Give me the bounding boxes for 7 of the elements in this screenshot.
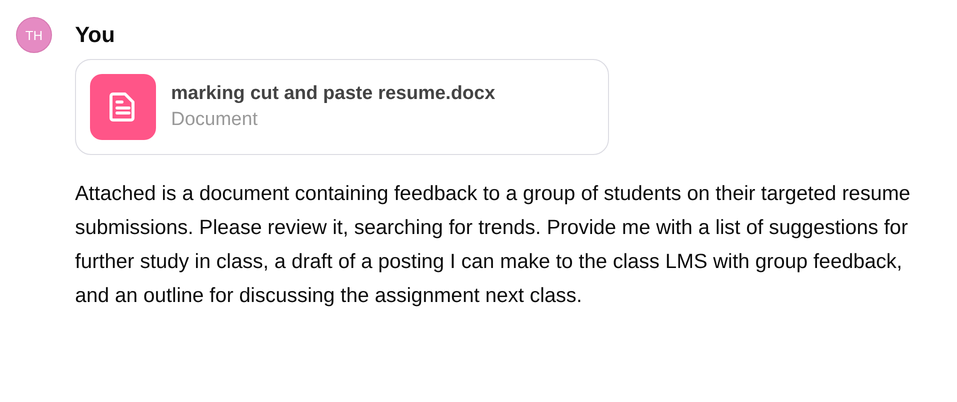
- user-avatar: TH: [16, 17, 52, 53]
- author-name: You: [75, 21, 116, 49]
- file-name: marking cut and paste resume.docx: [171, 83, 496, 105]
- document-icon: [90, 74, 156, 140]
- attachment-card[interactable]: marking cut and paste resume.docx Document: [75, 59, 609, 155]
- message-text: Attached is a document containing feedback to a group of students on their targeted resume submissions. Please review it, searching for trends. Provide me with a list of suggestions for further study in class, a draft of a posting I can make to the class LMS with group feedback, and an outline for discussing the assignment next class.: [75, 181, 912, 309]
- file-type: Document: [171, 109, 259, 131]
